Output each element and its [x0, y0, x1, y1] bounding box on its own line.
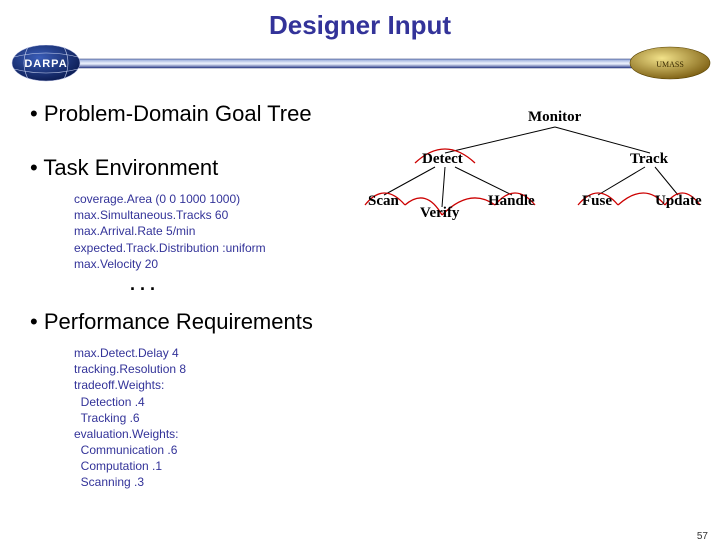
- title-rule: DARPA UMASS: [0, 45, 720, 83]
- umass-logo: UMASS: [630, 47, 710, 79]
- tree-node-monitor: Monitor: [528, 109, 581, 126]
- performance-params: max.Detect.Delay 4 tracking.Resolution 8…: [74, 345, 720, 491]
- tree-node-detect: Detect: [422, 151, 463, 168]
- svg-text:UMASS: UMASS: [656, 60, 684, 69]
- goal-tree-diagram: Monitor Detect Track Scan Verify Handle …: [360, 105, 720, 235]
- slide-title: Designer Input: [0, 10, 720, 41]
- tree-node-scan: Scan: [368, 193, 399, 210]
- tree-node-fuse: Fuse: [582, 193, 612, 210]
- tree-node-track: Track: [630, 151, 668, 168]
- darpa-logo: DARPA: [12, 45, 80, 81]
- bullet-performance-requirements: • Performance Requirements: [30, 309, 720, 335]
- svg-text:DARPA: DARPA: [24, 58, 67, 70]
- tree-node-update: Update: [655, 193, 702, 210]
- tree-node-handle: Handle: [488, 193, 535, 210]
- tree-node-verify: Verify: [420, 205, 459, 222]
- ellipsis: . . .: [130, 274, 720, 295]
- page-number: 57: [697, 531, 708, 542]
